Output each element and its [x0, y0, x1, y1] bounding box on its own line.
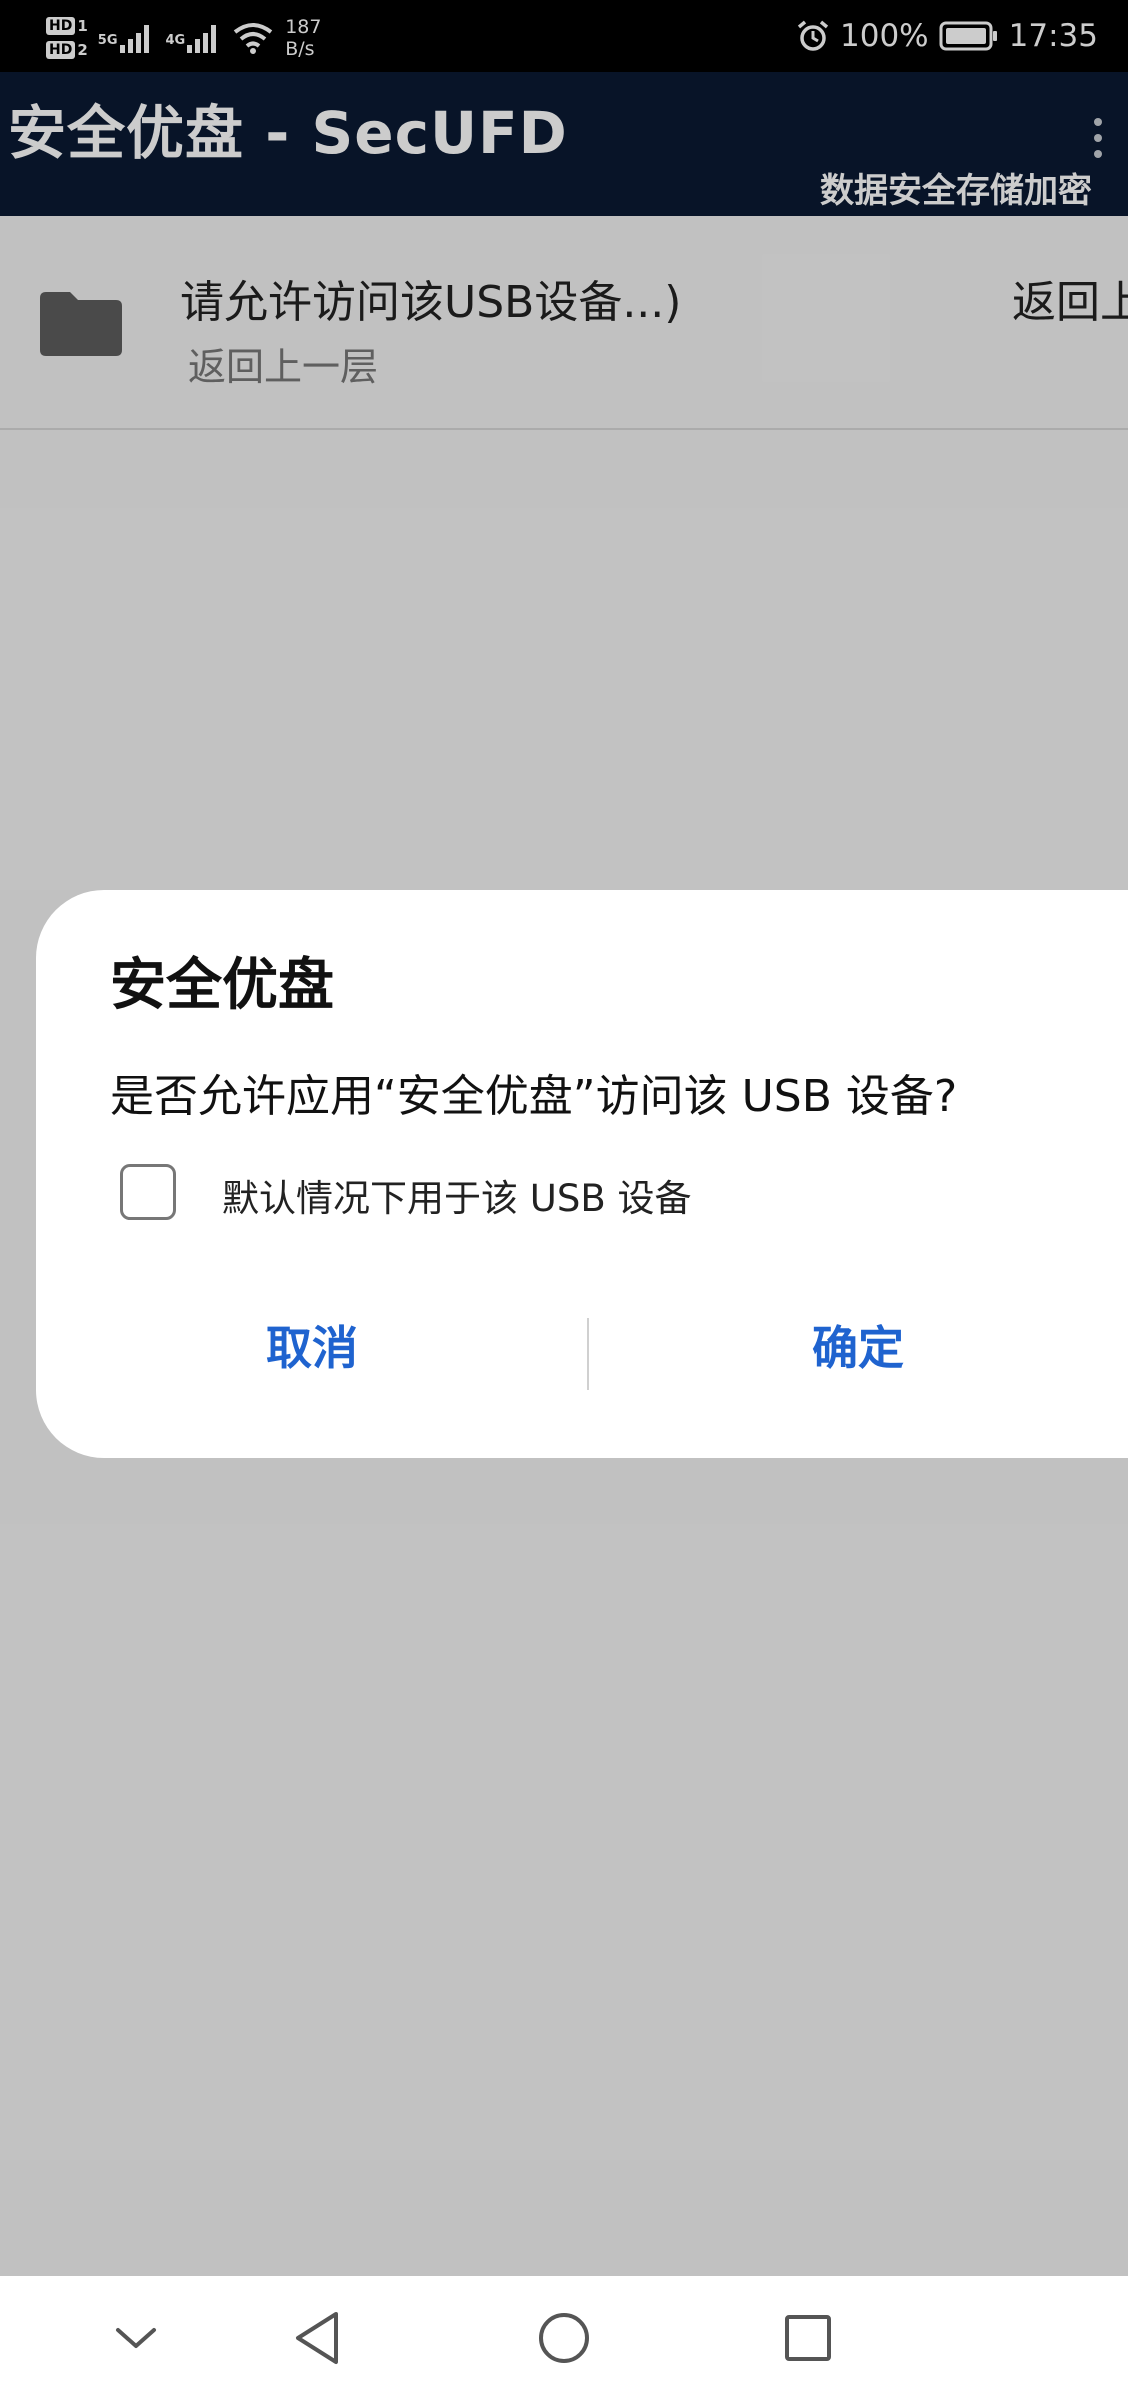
confirm-button[interactable]: 确定: [588, 1290, 1128, 1400]
cancel-button[interactable]: 取消: [36, 1290, 588, 1400]
chevron-down-icon[interactable]: [96, 2298, 176, 2378]
recents-icon[interactable]: [768, 2298, 848, 2378]
navigation-bar: [0, 2276, 1128, 2400]
default-usb-checkbox-label[interactable]: 默认情况下用于该 USB 设备: [222, 1168, 691, 1222]
home-icon[interactable]: [524, 2298, 604, 2378]
back-icon[interactable]: [278, 2298, 358, 2378]
dialog-message: 是否允许应用“安全优盘”访问该 USB 设备?: [110, 1071, 958, 1122]
dialog-title: 安全优盘: [110, 953, 334, 1018]
default-usb-checkbox[interactable]: [120, 1164, 176, 1220]
usb-permission-dialog: 安全优盘 是否允许应用“安全优盘”访问该 USB 设备? 默认情况下用于该 US…: [36, 890, 1128, 1458]
